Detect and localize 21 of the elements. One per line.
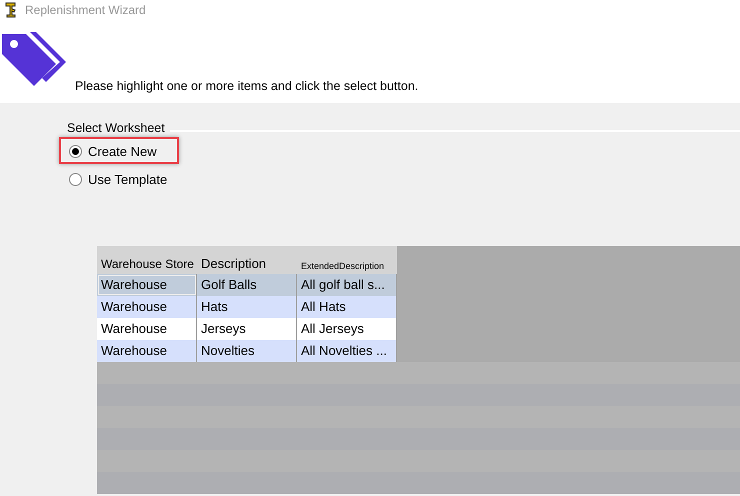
column-header[interactable]: Description <box>197 246 297 274</box>
table-cell[interactable]: Hats <box>197 296 297 318</box>
column-header[interactable]: ExtendedDescription <box>297 246 397 274</box>
table-cell[interactable]: Jerseys <box>197 318 297 340</box>
window-title: Replenishment Wizard <box>25 3 146 17</box>
group-label: Select Worksheet <box>67 121 165 135</box>
tags-icon <box>2 32 68 88</box>
table-cell[interactable]: All Jerseys <box>297 318 397 340</box>
table-cell[interactable]: All Hats <box>297 296 397 318</box>
table-cell[interactable]: Warehouse <box>97 296 197 318</box>
table-cell[interactable]: Novelties <box>197 340 297 362</box>
radio-option[interactable]: Create New <box>69 144 157 159</box>
table-cell[interactable]: Warehouse <box>97 340 197 362</box>
table-cell[interactable]: Warehouse <box>97 318 197 340</box>
table-cell[interactable]: All Novelties ... <box>297 340 397 362</box>
column-header[interactable]: Warehouse Store <box>97 246 197 274</box>
instruction-text: Please highlight one or more items and click the select button. <box>75 79 418 93</box>
table-cell[interactable]: Warehouse <box>97 274 197 296</box>
table-cell[interactable]: Golf Balls <box>197 274 297 296</box>
table-cell[interactable]: All golf ball s... <box>297 274 397 296</box>
radio-option[interactable]: Use Template <box>69 172 168 187</box>
